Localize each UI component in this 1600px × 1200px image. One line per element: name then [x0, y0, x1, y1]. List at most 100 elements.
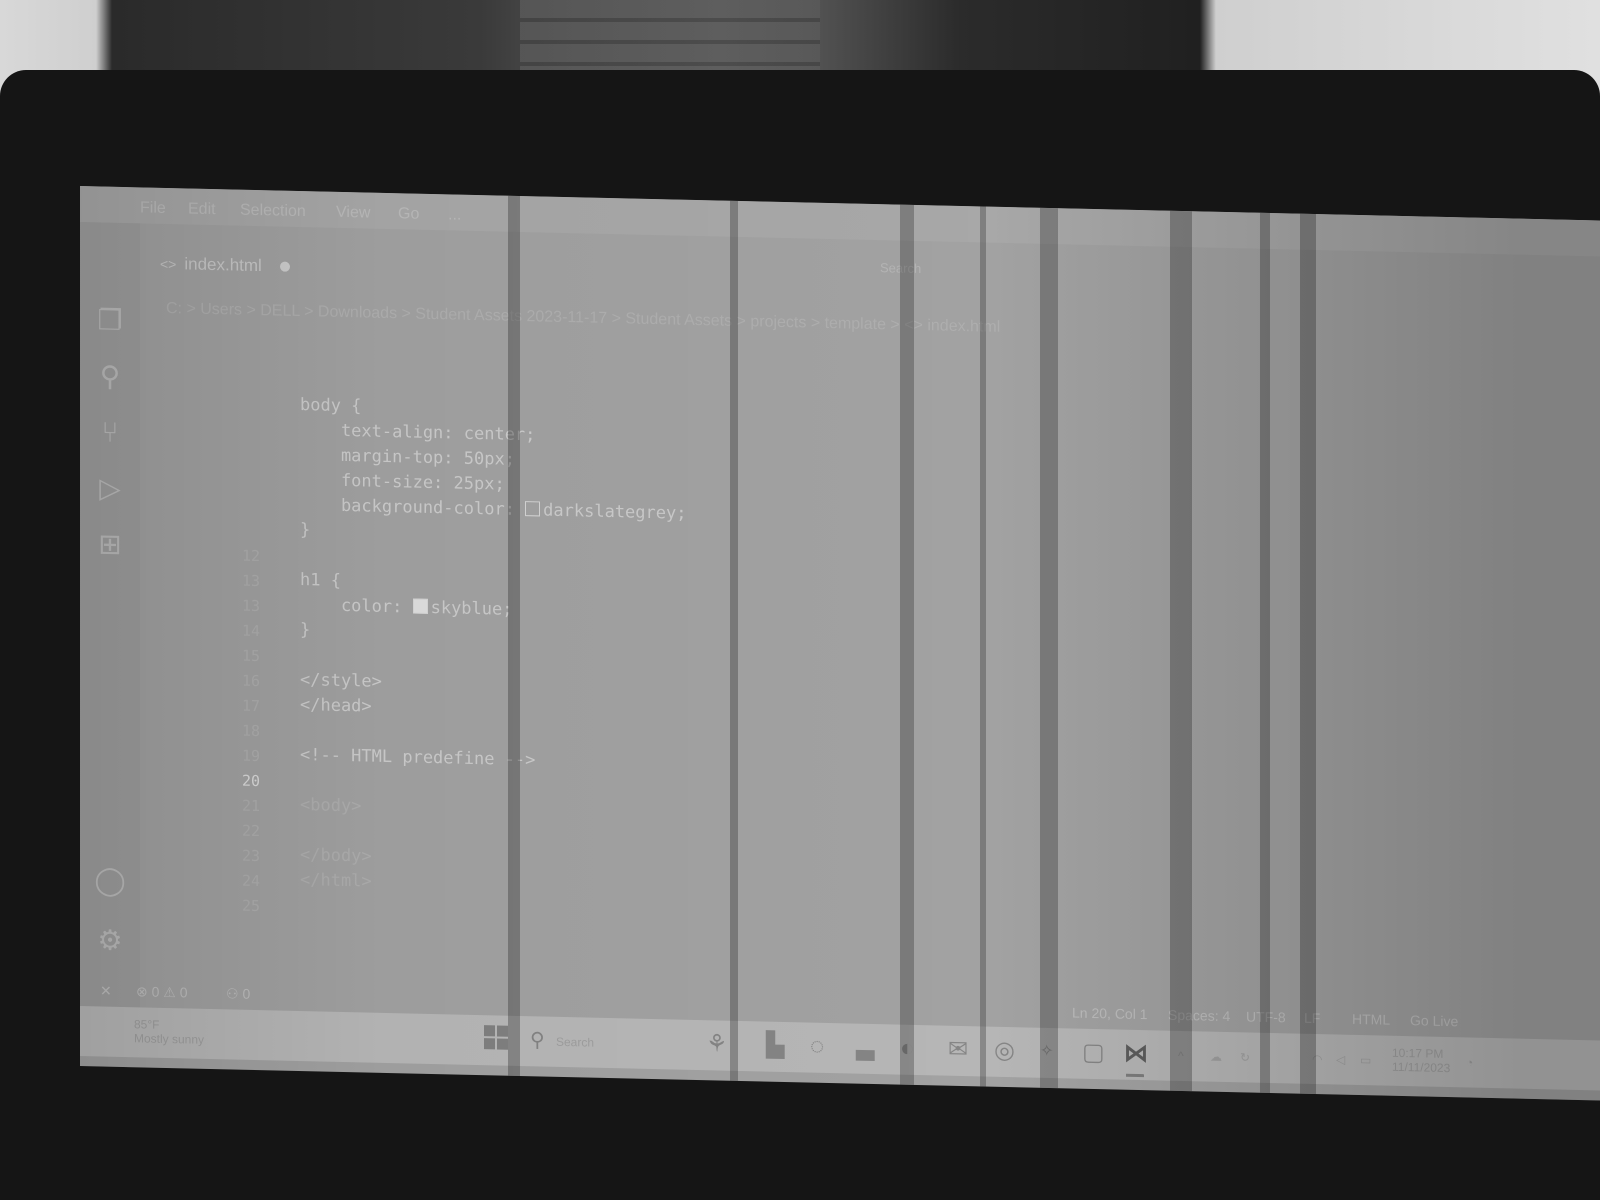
editor-tab-index-html[interactable]: <> index.html: [160, 246, 290, 285]
menu-edit[interactable]: Edit: [188, 200, 216, 219]
code-text: </style>: [300, 670, 382, 692]
menu-selection[interactable]: Selection: [240, 202, 306, 221]
code-token: <body>: [300, 794, 362, 817]
code-token: </style>: [300, 669, 382, 692]
menu-view[interactable]: View: [336, 204, 370, 223]
explorer-icon[interactable]: ❐: [92, 302, 128, 339]
code-token: h1 {: [300, 569, 341, 591]
tray-battery-icon[interactable]: ▭: [1360, 1053, 1371, 1067]
notification-icon[interactable]: ◔: [1466, 1055, 1473, 1069]
line-number: [200, 471, 260, 472]
code-token: }: [300, 619, 311, 641]
code-text: </html>: [300, 870, 372, 892]
activity-bar: ❐ ⚲ ⑂ ▷ ⊞ ◯ ⚙: [80, 222, 140, 1014]
tray-volume-icon[interactable]: ◁: [1336, 1053, 1345, 1067]
clock-date[interactable]: 11/11/2023: [1392, 1060, 1450, 1075]
code-text: </head>: [300, 695, 372, 717]
search-icon[interactable]: ⚲: [92, 358, 128, 395]
tray-cloud-icon[interactable]: ☁: [1210, 1050, 1222, 1064]
remote-icon[interactable]: ✕: [100, 982, 112, 999]
ports-indicator[interactable]: ⚇ 0: [226, 985, 250, 1003]
mail-icon[interactable]: ✉: [948, 1036, 968, 1063]
taskbar-search[interactable]: Search: [556, 1035, 594, 1050]
code-token: background-color:: [300, 494, 526, 521]
line-number: 24: [241, 871, 260, 891]
laptop-screen: File Edit Selection View Go ... Search ❐…: [80, 186, 1600, 1101]
chat-icon[interactable]: ◌: [810, 1033, 824, 1060]
run-debug-icon[interactable]: ▷: [92, 470, 128, 507]
code-text: <!-- HTML predefine -->: [300, 745, 535, 770]
color-swatch-icon[interactable]: [525, 501, 541, 517]
code-text: h1 {: [300, 570, 341, 591]
line-number: 13: [241, 596, 260, 616]
code-text: text-align: center;: [300, 420, 535, 445]
settings-gear-icon[interactable]: ⚙: [92, 922, 128, 959]
indentation[interactable]: Spaces: 4: [1168, 1007, 1230, 1024]
language-mode[interactable]: HTML: [1352, 1011, 1390, 1028]
app-icon[interactable]: ▃: [856, 1034, 874, 1061]
code-token: body {: [300, 394, 362, 417]
taskbar-search-icon[interactable]: ⚲: [530, 1028, 545, 1052]
color-swatch-icon[interactable]: [412, 598, 428, 614]
code-text: <body>: [300, 795, 361, 816]
dell-icon[interactable]: ◎: [994, 1037, 1015, 1064]
encoding[interactable]: UTF-8: [1246, 1008, 1286, 1025]
code-text: }: [300, 520, 310, 540]
tray-sync-icon[interactable]: ↻: [1240, 1050, 1250, 1064]
line-number: 19: [241, 746, 260, 766]
clock-time[interactable]: 10:17 PM: [1392, 1046, 1443, 1061]
end-of-line[interactable]: LF: [1304, 1010, 1320, 1026]
active-app-indicator: [1126, 1073, 1144, 1078]
line-number: 15: [241, 646, 260, 666]
line-number: 21: [241, 796, 260, 816]
app-icon-2[interactable]: ✧: [1040, 1040, 1053, 1064]
code-token: skyblue;: [430, 597, 513, 620]
error-count: 0: [151, 983, 160, 1000]
tray-chevron-icon[interactable]: ^: [1178, 1049, 1184, 1063]
tab-label: index.html: [184, 254, 262, 276]
code-token: </head>: [300, 694, 372, 717]
code-token: darkslategrey;: [543, 500, 687, 524]
widget-icon[interactable]: ⚘: [706, 1030, 728, 1057]
line-number: 25: [241, 896, 260, 916]
code-text: font-size: 25px;: [300, 470, 505, 495]
menu-go[interactable]: Go: [398, 205, 419, 223]
html-angle-icon: <>: [160, 255, 177, 273]
source-control-icon[interactable]: ⑂: [92, 414, 128, 451]
code-token: <!-- HTML predefine -->: [300, 744, 536, 771]
line-number: 22: [241, 821, 260, 841]
tray-wifi-icon[interactable]: ◠: [1312, 1052, 1322, 1066]
vscode-taskbar-icon[interactable]: ⋈: [1124, 1040, 1148, 1068]
weather-temp[interactable]: 85°F: [134, 1017, 159, 1032]
line-number: 23: [241, 846, 260, 866]
account-icon[interactable]: ◯: [92, 862, 128, 899]
command-search[interactable]: Search: [880, 260, 921, 276]
weather-desc[interactable]: Mostly sunny: [134, 1031, 204, 1047]
code-token: color:: [300, 594, 413, 618]
go-live-button[interactable]: Go Live: [1410, 1012, 1458, 1029]
menu-file[interactable]: File: [140, 199, 166, 218]
extensions-icon[interactable]: ⊞: [92, 526, 128, 563]
line-number: [200, 421, 260, 422]
code-text: margin-top: 50px;: [300, 445, 515, 470]
code-token: margin-top: 50px;: [300, 444, 515, 470]
unsaved-dot-icon[interactable]: [279, 261, 290, 272]
edge-browser-icon[interactable]: ◐: [900, 1035, 915, 1062]
code-text: </body>: [300, 845, 372, 867]
app-icon-3[interactable]: ▢: [1082, 1039, 1105, 1067]
line-number: 13: [241, 571, 260, 591]
ports-count: 0: [242, 985, 251, 1002]
line-number: 16: [241, 671, 260, 691]
line-number: 17: [241, 696, 260, 716]
windows-start-icon[interactable]: [484, 1025, 508, 1050]
menu-more[interactable]: ...: [448, 206, 461, 224]
cursor-position[interactable]: Ln 20, Col 1: [1072, 1005, 1148, 1023]
code-editor[interactable]: body { text-align: center; margin-top: 5…: [140, 327, 1540, 1039]
line-number: 20: [241, 771, 260, 791]
file-explorer-icon[interactable]: ▙: [766, 1032, 784, 1059]
problems-indicator[interactable]: ⊗ 0 ⚠ 0: [136, 983, 188, 1001]
line-number: [200, 396, 260, 397]
line-number: 12: [241, 546, 260, 566]
code-token: font-size: 25px;: [300, 469, 505, 495]
code-token: </body>: [300, 844, 372, 867]
